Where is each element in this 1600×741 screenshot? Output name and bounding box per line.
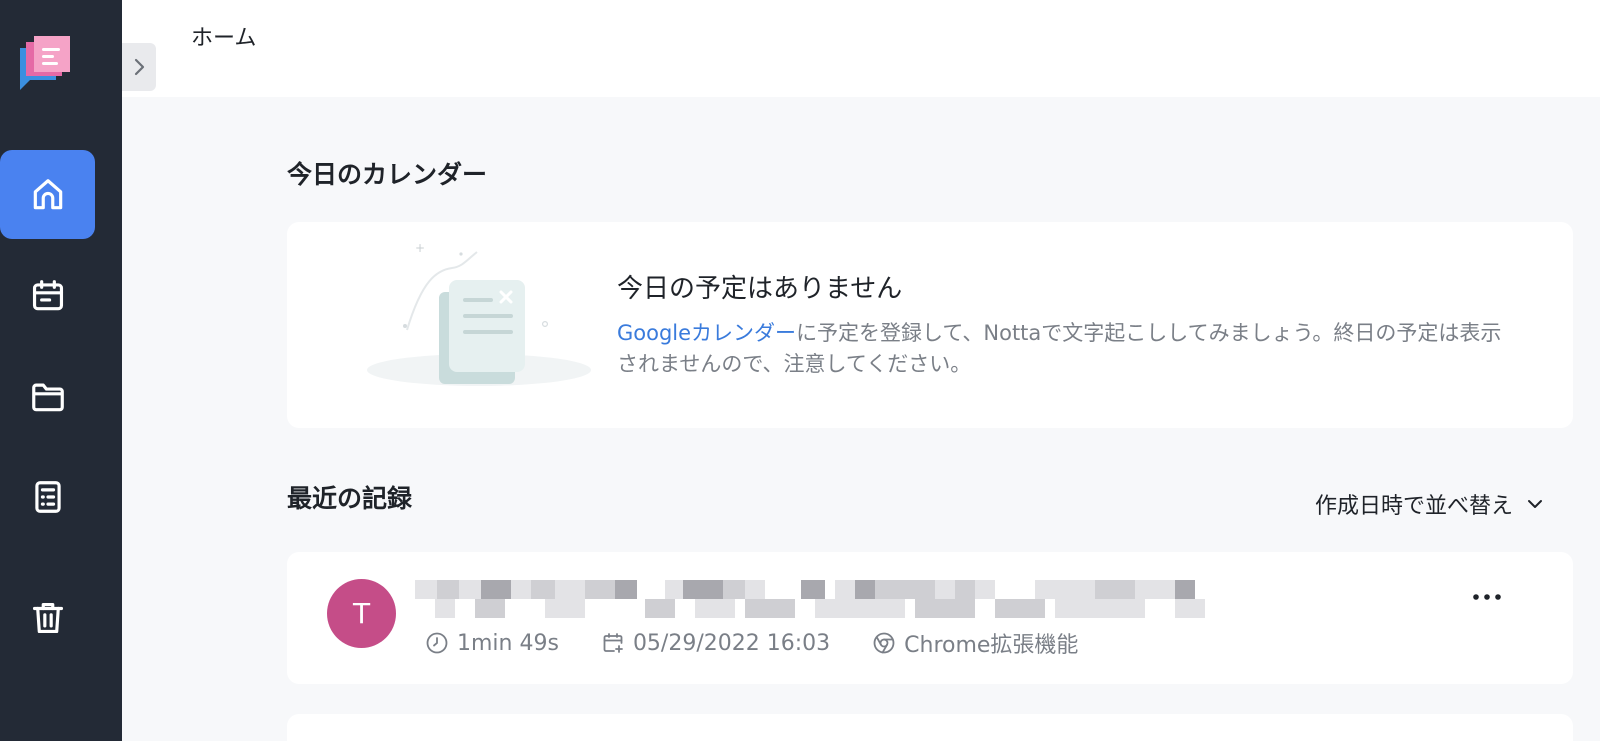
clock-icon <box>426 632 448 654</box>
sidebar-item-folder[interactable] <box>0 352 95 441</box>
calendar-empty-card: + 今日の予定はありません Googleカレンダーに予定を登録して、Nottaで… <box>287 222 1573 428</box>
sort-label: 作成日時で並べ替え <box>1315 494 1514 519</box>
calendar-icon <box>32 279 63 310</box>
top-bar: ホーム <box>122 0 1600 97</box>
breadcrumb: ホーム <box>191 26 257 51</box>
record-source-text: Chrome拡張機能 <box>904 633 1079 658</box>
chevron-right-icon <box>134 58 145 76</box>
trash-icon <box>32 602 63 633</box>
record-source: Chrome拡張機能 <box>872 627 1078 659</box>
notta-logo[interactable] <box>16 34 78 94</box>
record-date: 05/29/2022 16:03 <box>601 631 830 656</box>
calendar-add-icon <box>603 633 623 653</box>
record-duration-text: 1min 49s <box>457 630 559 656</box>
record-meta: 1min 49s 05/29/2022 16:03 Chrome拡張機能 <box>425 627 1120 659</box>
avatar: T <box>327 579 396 648</box>
sort-dropdown[interactable]: 作成日時で並べ替え <box>1315 488 1543 520</box>
more-dots-icon <box>1473 594 1501 600</box>
recent-section-title: 最近の記録 <box>287 484 413 513</box>
sidebar-toggle-button[interactable] <box>122 43 156 91</box>
sidebar-item-trash[interactable] <box>0 573 95 662</box>
folder-icon <box>31 383 64 411</box>
empty-calendar-illustration: + <box>367 241 591 386</box>
record-card[interactable]: T 1min 49s 05/29/2022 16:03 Chrome拡張機能 <box>287 552 1573 684</box>
sidebar <box>0 0 122 741</box>
empty-calendar-title: 今日の予定はありません <box>617 274 903 304</box>
record-date-text: 05/29/2022 16:03 <box>632 630 831 656</box>
sidebar-item-calendar[interactable] <box>0 251 95 340</box>
chrome-icon <box>873 632 895 654</box>
calendar-section-title: 今日のカレンダー <box>287 160 488 189</box>
home-icon <box>33 178 62 209</box>
calculator-icon <box>34 480 61 513</box>
google-calendar-link[interactable]: Googleカレンダー <box>617 321 796 345</box>
redacted-record-title <box>415 580 1205 618</box>
empty-calendar-description: Googleカレンダーに予定を登録して、Nottaで文字起こししてみましょう。終… <box>617 318 1517 380</box>
chevron-down-icon <box>1528 500 1543 508</box>
svg-text:+: + <box>415 241 425 255</box>
record-more-button[interactable] <box>1465 582 1509 612</box>
record-card[interactable] <box>287 714 1573 741</box>
sidebar-item-calculator[interactable] <box>0 452 95 541</box>
record-duration: 1min 49s <box>425 631 559 656</box>
sidebar-item-home[interactable] <box>0 150 95 239</box>
